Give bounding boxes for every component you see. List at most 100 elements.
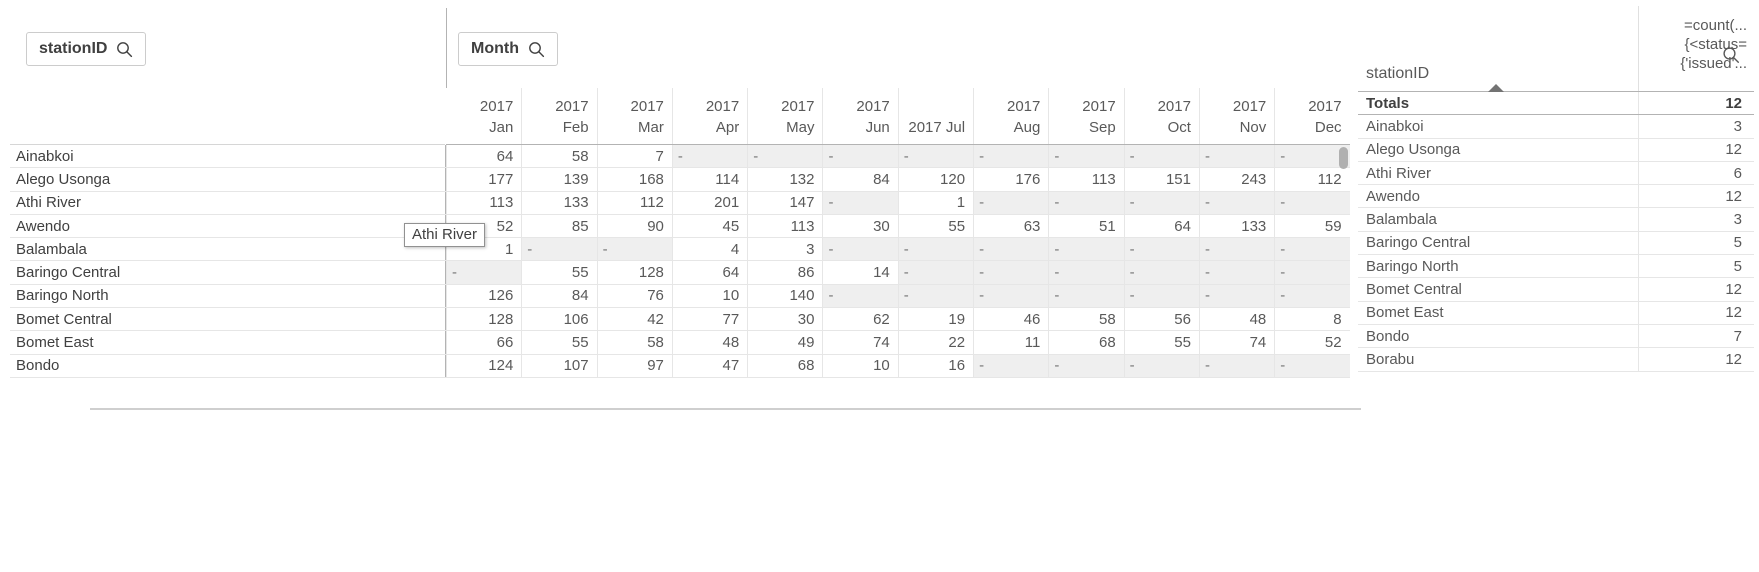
pivot-cell-value[interactable]: 4 — [671, 238, 748, 261]
row-dimension-button[interactable]: stationID — [26, 32, 147, 66]
pivot-row-label[interactable]: Bomet East — [10, 331, 446, 354]
pivot-column-header[interactable]: 2017 Mar — [596, 88, 672, 144]
pivot-cell-value[interactable]: 77 — [671, 308, 748, 331]
search-icon[interactable] — [116, 41, 133, 58]
pivot-cell-value[interactable]: 74 — [822, 331, 898, 354]
pivot-cell-value[interactable]: 113 — [1048, 168, 1124, 191]
search-icon[interactable] — [528, 41, 545, 58]
table-row[interactable]: Balambala 3 — [1358, 208, 1754, 232]
pivot-cell-empty[interactable]: - — [1048, 145, 1124, 168]
pivot-cell-value[interactable]: 49 — [747, 331, 823, 354]
table-cell-measure[interactable]: 5 — [1638, 255, 1754, 278]
pivot-row-label[interactable]: Awendo — [10, 214, 446, 238]
pivot-cell-value[interactable]: 1 — [897, 191, 974, 214]
pivot-cell-value[interactable]: 58 — [521, 145, 597, 168]
pivot-cell-empty[interactable]: - — [897, 284, 974, 308]
pivot-cell-empty[interactable]: - — [1048, 354, 1124, 377]
pivot-cell-empty[interactable]: - — [973, 284, 1049, 308]
pivot-cell-empty[interactable]: - — [822, 191, 898, 214]
pivot-cell-empty[interactable]: - — [897, 238, 974, 261]
table-row[interactable]: Baringo Central 5 — [1358, 231, 1754, 256]
table-cell-stationid[interactable]: Ainabkoi — [1358, 115, 1638, 137]
pivot-cell-empty[interactable]: - — [1048, 238, 1124, 261]
pivot-cell-value[interactable]: 140 — [747, 284, 823, 308]
pivot-cell-empty[interactable]: - — [973, 354, 1049, 377]
pivot-cell-value[interactable]: 113 — [446, 191, 522, 214]
pivot-cell-value[interactable]: 133 — [1198, 214, 1275, 238]
pivot-cell-value[interactable]: 86 — [747, 261, 823, 284]
pivot-cell-empty[interactable]: - — [973, 191, 1049, 214]
pivot-cell-empty[interactable]: - — [1123, 145, 1199, 168]
pivot-cell-empty[interactable]: - — [973, 238, 1049, 261]
pivot-cell-value[interactable]: 48 — [671, 331, 748, 354]
pivot-cell-value[interactable]: 48 — [1198, 308, 1275, 331]
pivot-cell-empty[interactable]: - — [1198, 261, 1275, 284]
pivot-row-label[interactable]: Ainabkoi — [10, 145, 446, 168]
pivot-column-header[interactable]: 2017 Jan — [446, 88, 522, 144]
column-dimension-button[interactable]: Month — [458, 32, 558, 66]
pivot-cell-value[interactable]: 14 — [822, 261, 898, 284]
pivot-cell-value[interactable]: 120 — [897, 168, 974, 191]
pivot-cell-value[interactable]: 139 — [521, 168, 597, 191]
pivot-cell-value[interactable]: 62 — [822, 308, 898, 331]
pivot-cell-value[interactable]: 59 — [1274, 214, 1350, 238]
pivot-cell-value[interactable]: 64 — [446, 145, 522, 168]
table-cell-measure[interactable]: 12 — [1638, 348, 1754, 371]
pivot-cell-value[interactable]: 128 — [596, 261, 672, 284]
pivot-cell-empty[interactable]: - — [1123, 238, 1199, 261]
pivot-column-header[interactable]: 2017 Dec — [1274, 88, 1350, 144]
pivot-cell-empty[interactable]: - — [1198, 191, 1275, 214]
pivot-cell-empty[interactable]: - — [521, 238, 597, 261]
pivot-cell-value[interactable]: 16 — [897, 354, 974, 377]
table-cell-stationid[interactable]: Bomet East — [1358, 302, 1638, 324]
pivot-cell-value[interactable]: 58 — [1048, 308, 1124, 331]
table-cell-measure[interactable]: 12 — [1638, 278, 1754, 301]
pivot-cell-value[interactable]: 84 — [521, 284, 597, 308]
pivot-cell-empty[interactable]: - — [1123, 191, 1199, 214]
pivot-cell-value[interactable]: 64 — [1123, 214, 1199, 238]
pivot-cell-empty[interactable]: - — [671, 145, 748, 168]
pivot-cell-value[interactable]: 176 — [973, 168, 1049, 191]
table-row[interactable]: Baringo North 5 — [1358, 255, 1754, 279]
pivot-row-label[interactable]: Athi River — [10, 191, 446, 214]
pivot-cell-value[interactable]: 151 — [1123, 168, 1199, 191]
pivot-cell-empty[interactable]: - — [1274, 191, 1350, 214]
pivot-row-label[interactable]: Alego Usonga — [10, 168, 446, 191]
pivot-cell-value[interactable]: 11 — [973, 331, 1049, 354]
pivot-cell-value[interactable]: 63 — [973, 214, 1049, 238]
pivot-cell-value[interactable]: 133 — [521, 191, 597, 214]
pivot-cell-empty[interactable]: - — [1123, 261, 1199, 284]
pivot-cell-value[interactable]: 201 — [671, 191, 748, 214]
pivot-cell-value[interactable]: 126 — [446, 284, 522, 308]
table-row[interactable]: Borabu 12 — [1358, 348, 1754, 372]
pivot-cell-empty[interactable]: - — [897, 145, 974, 168]
pivot-cell-empty[interactable]: - — [1274, 284, 1350, 308]
pivot-cell-value[interactable]: 8 — [1274, 308, 1350, 331]
pivot-column-header[interactable]: 2017 Jul — [897, 88, 974, 144]
pivot-cell-value[interactable]: 42 — [596, 308, 672, 331]
pivot-row-label[interactable]: Bondo — [10, 354, 446, 377]
pivot-cell-empty[interactable]: - — [1123, 354, 1199, 377]
pivot-cell-value[interactable]: 22 — [897, 331, 974, 354]
pivot-vertical-scrollbar[interactable] — [1339, 147, 1348, 169]
pivot-cell-empty[interactable]: - — [822, 238, 898, 261]
pivot-cell-value[interactable]: 97 — [596, 354, 672, 377]
pivot-cell-value[interactable]: 177 — [446, 168, 522, 191]
pivot-row-label[interactable]: Baringo North — [10, 284, 446, 308]
pivot-cell-empty[interactable]: - — [973, 261, 1049, 284]
table-cell-measure[interactable]: 12 — [1638, 301, 1754, 324]
pivot-cell-empty[interactable]: - — [822, 145, 898, 168]
table-cell-stationid[interactable]: Bomet Central — [1358, 278, 1638, 300]
pivot-cell-value[interactable]: 124 — [446, 354, 522, 377]
pivot-cell-value[interactable]: 112 — [596, 191, 672, 214]
pivot-cell-value[interactable]: 168 — [596, 168, 672, 191]
pivot-cell-empty[interactable]: - — [1123, 284, 1199, 308]
pivot-cell-value[interactable]: 106 — [521, 308, 597, 331]
pivot-column-header[interactable]: 2017 Aug — [973, 88, 1049, 144]
table-cell-measure[interactable]: 12 — [1638, 138, 1754, 161]
table-cell-measure[interactable]: 7 — [1638, 324, 1754, 348]
pivot-cell-value[interactable]: 132 — [747, 168, 823, 191]
table-row[interactable]: Bondo 7 — [1358, 324, 1754, 349]
table-cell-stationid[interactable]: Borabu — [1358, 348, 1638, 370]
pivot-cell-empty[interactable]: - — [822, 284, 898, 308]
